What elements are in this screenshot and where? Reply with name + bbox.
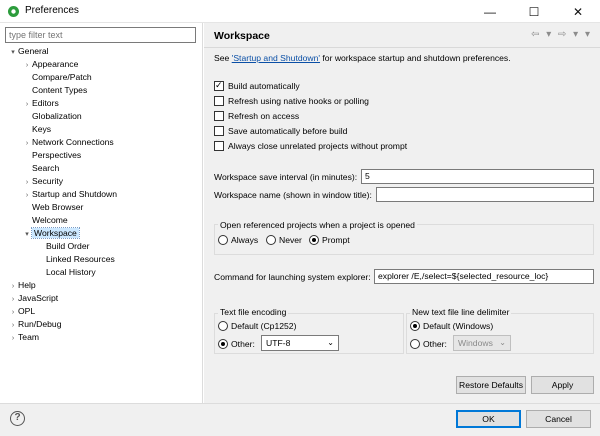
encoding-other-radio[interactable]: [218, 339, 228, 349]
encoding-default-radio[interactable]: [218, 321, 228, 331]
cancel-button[interactable]: Cancel: [526, 410, 591, 428]
page-title: Workspace: [214, 30, 270, 42]
history-nav-icons[interactable]: ⇦ ▾ ⇨ ▾ ▾: [531, 29, 592, 40]
tree-item-perspectives[interactable]: Perspectives: [22, 149, 81, 162]
minimize-button[interactable]: —: [468, 0, 512, 23]
encoding-other-label: Other:: [231, 339, 255, 349]
tree-item-network-connections[interactable]: › Network Connections: [22, 136, 114, 149]
tree-item-team[interactable]: › Team: [8, 331, 39, 344]
delimiter-default-radio[interactable]: [410, 321, 420, 331]
close-button[interactable]: ✕: [556, 0, 600, 23]
workspace-preference-page: Workspace ⇦ ▾ ⇨ ▾ ▾ See 'Startup and Shu…: [204, 23, 600, 403]
apply-button[interactable]: Apply: [531, 376, 594, 394]
collapse-icon[interactable]: ▾: [8, 46, 18, 59]
refresh-native-hooks-checkbox[interactable]: [214, 96, 224, 106]
refresh-on-access-checkbox[interactable]: [214, 111, 224, 121]
tree-item-globalization[interactable]: Globalization: [22, 110, 82, 123]
close-unrelated-projects-checkbox[interactable]: [214, 141, 224, 151]
explorer-command-label: Command for launching system explorer:: [214, 272, 371, 282]
startup-shutdown-link[interactable]: 'Startup and Shutdown': [232, 53, 320, 63]
open-ref-never-label: Never: [279, 235, 302, 245]
tree-item-appearance[interactable]: › Appearance: [22, 58, 79, 71]
tree-item-startup-and-shutdown[interactable]: › Startup and Shutdown: [22, 188, 117, 201]
open-ref-never-radio[interactable]: [266, 235, 276, 245]
tree-item-help[interactable]: › Help: [8, 279, 36, 292]
restore-defaults-button[interactable]: Restore Defaults: [456, 376, 526, 394]
build-automatically-label: Build automatically: [228, 81, 300, 91]
save-before-build-checkbox[interactable]: [214, 126, 224, 136]
tree-item-content-types[interactable]: Content Types: [22, 84, 87, 97]
expand-icon[interactable]: ›: [8, 332, 18, 345]
tree-item-build-order[interactable]: Build Order: [36, 240, 89, 253]
preferences-tree-panel: ▾General ›Appearance Compare/Patch Conte…: [0, 23, 203, 403]
tree-item-editors[interactable]: › Editors: [22, 97, 59, 110]
delimiter-select: Windows ⌄: [453, 335, 511, 351]
encoding-default-label: Default (Cp1252): [231, 321, 297, 331]
tree-item-local-history[interactable]: Local History: [36, 266, 96, 279]
open-ref-prompt-label: Prompt: [322, 235, 350, 245]
line-delimiter-title: New text file line delimiter: [410, 307, 512, 317]
explorer-command-input[interactable]: explorer /E,/select=${selected_resource_…: [374, 269, 594, 284]
open-ref-always-radio[interactable]: [218, 235, 228, 245]
collapse-icon[interactable]: ▾: [22, 228, 32, 241]
tree-item-javascript[interactable]: › JavaScript: [8, 292, 58, 305]
help-icon[interactable]: ?: [10, 411, 25, 426]
tree-item-general[interactable]: ▾ General: [8, 45, 48, 59]
dialog-button-bar: ? OK Cancel: [0, 403, 600, 436]
title-bar: Preferences — ☐ ✕: [0, 0, 600, 23]
refresh-on-access-label: Refresh on access: [228, 111, 300, 121]
delimiter-other-radio[interactable]: [410, 339, 420, 349]
maximize-button[interactable]: ☐: [512, 0, 556, 23]
tree-item-linked-resources[interactable]: Linked Resources: [36, 253, 115, 266]
title-separator: [204, 47, 600, 48]
ok-button[interactable]: OK: [456, 410, 521, 428]
workspace-name-label: Workspace name (shown in window title):: [214, 190, 372, 200]
tree-item-keys[interactable]: Keys: [22, 123, 51, 136]
save-interval-label: Workspace save interval (in minutes):: [214, 172, 358, 182]
save-interval-input[interactable]: 5: [361, 169, 594, 184]
refresh-native-hooks-label: Refresh using native hooks or polling: [228, 96, 369, 106]
tree-item-compare-patch[interactable]: Compare/Patch: [22, 71, 92, 84]
delimiter-other-label: Other:: [423, 339, 447, 349]
open-ref-prompt-radio[interactable]: [309, 235, 319, 245]
save-before-build-label: Save automatically before build: [228, 126, 348, 136]
build-automatically-checkbox[interactable]: [214, 80, 224, 91]
tree-item-workspace[interactable]: ▾ Workspace: [22, 227, 80, 241]
filter-input[interactable]: [5, 27, 196, 43]
eclipse-app-icon: [8, 6, 19, 17]
tree-item-run-debug[interactable]: › Run/Debug: [8, 318, 62, 331]
tree-item-security[interactable]: › Security: [22, 175, 63, 188]
tree-item-search[interactable]: Search: [22, 162, 59, 175]
encoding-select[interactable]: UTF-8 ⌄: [261, 335, 339, 351]
chevron-down-icon: ⌄: [327, 338, 334, 347]
tree-item-welcome[interactable]: Welcome: [22, 214, 68, 227]
workspace-name-input[interactable]: [376, 187, 594, 202]
delimiter-default-label: Default (Windows): [423, 321, 494, 331]
window-title: Preferences: [25, 5, 79, 16]
open-ref-always-label: Always: [231, 235, 259, 245]
tree-item-opl[interactable]: › OPL: [8, 305, 35, 318]
open-referenced-projects-title: Open referenced projects when a project …: [218, 220, 417, 230]
chevron-down-icon: ⌄: [499, 338, 506, 347]
tree-item-web-browser[interactable]: Web Browser: [22, 201, 83, 214]
close-unrelated-projects-label: Always close unrelated projects without …: [228, 141, 408, 151]
text-encoding-title: Text file encoding: [218, 307, 289, 317]
intro-text: See 'Startup and Shutdown' for workspace…: [214, 53, 511, 63]
